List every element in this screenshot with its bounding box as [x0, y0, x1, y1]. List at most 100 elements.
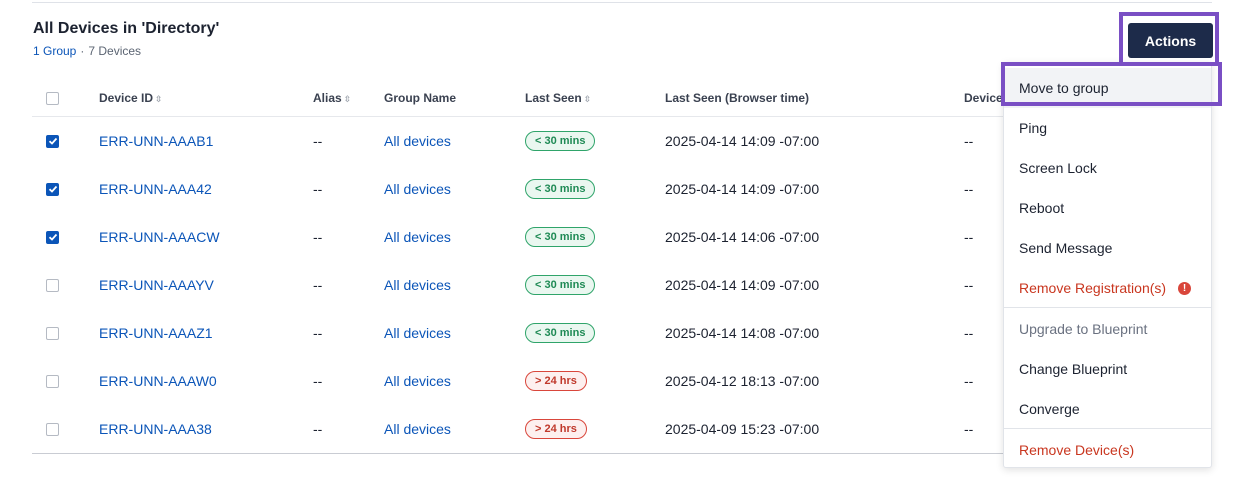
alias-value: -- — [313, 133, 323, 149]
sort-icon[interactable]: ⇳ — [155, 94, 163, 104]
menu-item-reboot[interactable]: Reboot — [1004, 188, 1211, 228]
last-seen-cell: > 24 hrs — [525, 419, 587, 439]
menu-item-send-message[interactable]: Send Message — [1004, 228, 1211, 268]
menu-item-label: Change Blueprint — [1019, 361, 1128, 377]
checkmark-icon — [48, 233, 57, 241]
device-value: -- — [964, 133, 974, 149]
last-seen-badge: < 30 mins — [525, 323, 596, 343]
group-name-link[interactable]: All devices — [384, 229, 451, 245]
top-divider — [32, 2, 1212, 3]
group-name-link[interactable]: All devices — [384, 373, 451, 389]
device-id-link[interactable]: ERR-UNN-AAACW — [99, 229, 220, 245]
actions-dropdown-menu: Move to group Ping Screen Lock Reboot Send M… — [1003, 62, 1212, 468]
menu-item-converge[interactable]: Converge — [1004, 389, 1211, 429]
menu-item-move-to-group[interactable]: Move to group — [1004, 68, 1211, 108]
menu-item-label: Reboot — [1019, 200, 1065, 216]
column-header-last-seen-browser: Last Seen (Browser time) — [665, 91, 810, 105]
row-checkbox[interactable] — [46, 134, 59, 148]
menu-item-remove-registration-s[interactable]: Remove Registration(s)! — [1004, 268, 1211, 308]
last-seen-browser-time: 2025-04-09 15:23 -07:00 — [665, 421, 820, 437]
table-row: ERR-UNN-AAACW -- All devices < 30 mins 2… — [32, 213, 1007, 261]
group-name-link[interactable]: All devices — [384, 133, 451, 149]
table-header: Device ID ⇳ Alias ⇳ Group Name Last Seen ⇳ … — [32, 80, 1007, 117]
row-checkbox[interactable] — [46, 182, 59, 196]
device-count: 7 Devices — [88, 44, 142, 58]
device-id-link[interactable]: ERR-UNN-AAAYV — [99, 277, 214, 293]
subtitle-separator: · — [80, 44, 85, 58]
last-seen-cell: < 30 mins — [525, 179, 596, 199]
alias-value: -- — [313, 325, 323, 341]
last-seen-browser-time: 2025-04-14 14:09 -07:00 — [665, 133, 820, 149]
last-seen-cell: < 30 mins — [525, 323, 596, 343]
select-all-checkbox[interactable] — [46, 91, 59, 105]
alias-value: -- — [313, 421, 323, 437]
last-seen-badge: < 30 mins — [525, 275, 596, 295]
table-row: ERR-UNN-AAAZ1 -- All devices < 30 mins 2… — [32, 309, 1007, 357]
menu-item-label: Screen Lock — [1019, 160, 1097, 176]
table-body: ERR-UNN-AAAB1 -- All devices < 30 mins 2… — [32, 117, 1007, 453]
menu-item-upgrade-to-blueprint: Upgrade to Blueprint — [1004, 309, 1211, 349]
last-seen-cell: < 30 mins — [525, 227, 596, 247]
alias-value: -- — [313, 277, 323, 293]
menu-item-label: Ping — [1019, 120, 1048, 136]
last-seen-browser-time: 2025-04-12 18:13 -07:00 — [665, 373, 820, 389]
column-header-alias[interactable]: Alias ⇳ — [313, 91, 351, 105]
menu-item-ping[interactable]: Ping — [1004, 108, 1211, 148]
column-header-device-id[interactable]: Device ID ⇳ — [99, 91, 163, 105]
row-checkbox[interactable] — [46, 374, 59, 388]
alias-value: -- — [313, 181, 323, 197]
alias-value: -- — [313, 373, 323, 389]
column-header-last-seen[interactable]: Last Seen ⇳ — [525, 91, 591, 105]
row-checkbox[interactable] — [46, 422, 59, 436]
group-name-link[interactable]: All devices — [384, 181, 451, 197]
devices-table: Device ID ⇳ Alias ⇳ Group Name Last Seen ⇳ … — [32, 80, 1007, 454]
menu-item-label: Send Message — [1019, 240, 1113, 256]
last-seen-badge: < 30 mins — [525, 131, 596, 151]
menu-item-screen-lock[interactable]: Screen Lock — [1004, 148, 1211, 188]
device-value: -- — [964, 277, 974, 293]
menu-item-label: Remove Device(s) — [1019, 442, 1135, 458]
device-id-link[interactable]: ERR-UNN-AAAB1 — [99, 133, 213, 149]
device-id-link[interactable]: ERR-UNN-AAAZ1 — [99, 325, 213, 341]
group-name-link[interactable]: All devices — [384, 277, 451, 293]
warning-icon: ! — [1178, 281, 1192, 295]
last-seen-browser-time: 2025-04-14 14:08 -07:00 — [665, 325, 820, 341]
menu-item-label: Move to group — [1019, 80, 1109, 96]
device-value: -- — [964, 421, 974, 437]
table-row: ERR-UNN-AAAB1 -- All devices < 30 mins 2… — [32, 117, 1007, 165]
device-id-link[interactable]: ERR-UNN-AAA38 — [99, 421, 212, 437]
menu-item-label: Remove Registration(s) — [1019, 280, 1167, 296]
device-value: -- — [964, 373, 974, 389]
device-value: -- — [964, 181, 974, 197]
checkmark-icon — [48, 185, 57, 193]
actions-button[interactable]: Actions — [1128, 23, 1213, 58]
last-seen-cell: > 24 hrs — [525, 371, 587, 391]
last-seen-badge: < 30 mins — [525, 227, 596, 247]
sort-icon[interactable]: ⇳ — [584, 94, 592, 104]
group-name-link[interactable]: All devices — [384, 325, 451, 341]
row-checkbox[interactable] — [46, 278, 59, 292]
last-seen-cell: < 30 mins — [525, 131, 596, 151]
device-value: -- — [964, 325, 974, 341]
menu-item-remove-device-s[interactable]: Remove Device(s) — [1004, 430, 1211, 470]
row-checkbox[interactable] — [46, 326, 59, 340]
last-seen-browser-time: 2025-04-14 14:09 -07:00 — [665, 181, 820, 197]
group-count-link[interactable]: 1 Group — [33, 44, 76, 58]
last-seen-browser-time: 2025-04-14 14:09 -07:00 — [665, 277, 820, 293]
table-bottom-border — [32, 453, 1007, 454]
menu-item-label: Converge — [1019, 401, 1080, 417]
table-row: ERR-UNN-AAA38 -- All devices > 24 hrs 20… — [32, 405, 1007, 453]
last-seen-badge: > 24 hrs — [525, 419, 587, 439]
column-header-device: Device — [964, 91, 1003, 105]
column-header-group-name: Group Name — [384, 91, 457, 105]
last-seen-cell: < 30 mins — [525, 275, 596, 295]
group-name-link[interactable]: All devices — [384, 421, 451, 437]
last-seen-badge: < 30 mins — [525, 179, 596, 199]
menu-item-label: Upgrade to Blueprint — [1019, 321, 1148, 337]
device-id-link[interactable]: ERR-UNN-AAA42 — [99, 181, 212, 197]
table-row: ERR-UNN-AAA42 -- All devices < 30 mins 2… — [32, 165, 1007, 213]
row-checkbox[interactable] — [46, 230, 59, 244]
device-id-link[interactable]: ERR-UNN-AAAW0 — [99, 373, 217, 389]
menu-item-change-blueprint[interactable]: Change Blueprint — [1004, 349, 1211, 389]
sort-icon[interactable]: ⇳ — [344, 94, 352, 104]
